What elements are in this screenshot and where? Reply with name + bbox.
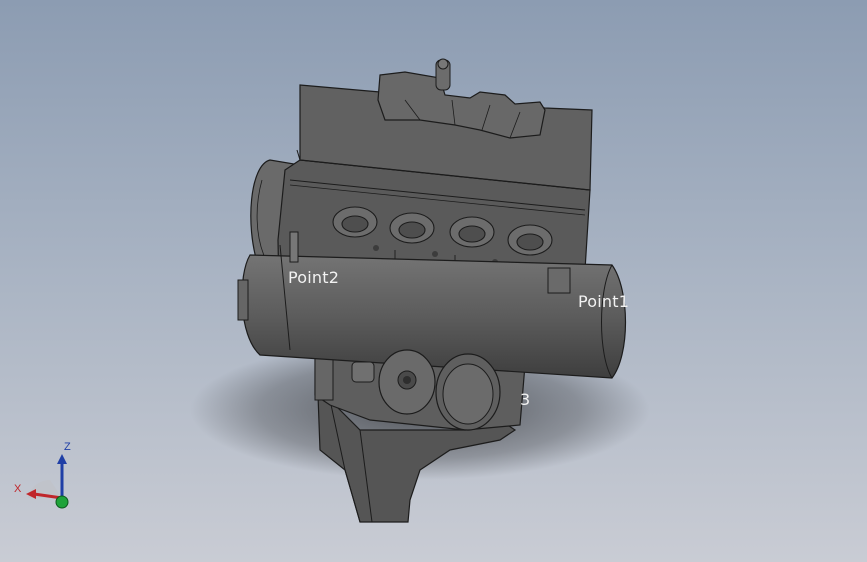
point1-label[interactable]: Point1 [578,292,629,311]
x-axis-label: X [14,483,22,495]
graphics-viewport[interactable]: Point2 Point1 3 Z X [0,0,867,562]
point2-label[interactable]: Point2 [288,268,339,287]
front-pulley[interactable] [378,349,436,415]
z-axis-label: Z [64,441,71,453]
oil-filter[interactable] [435,353,501,431]
point3-label[interactable]: 3 [520,390,530,409]
reference-triad: Z X [10,440,80,515]
engine-model[interactable] [0,0,867,562]
